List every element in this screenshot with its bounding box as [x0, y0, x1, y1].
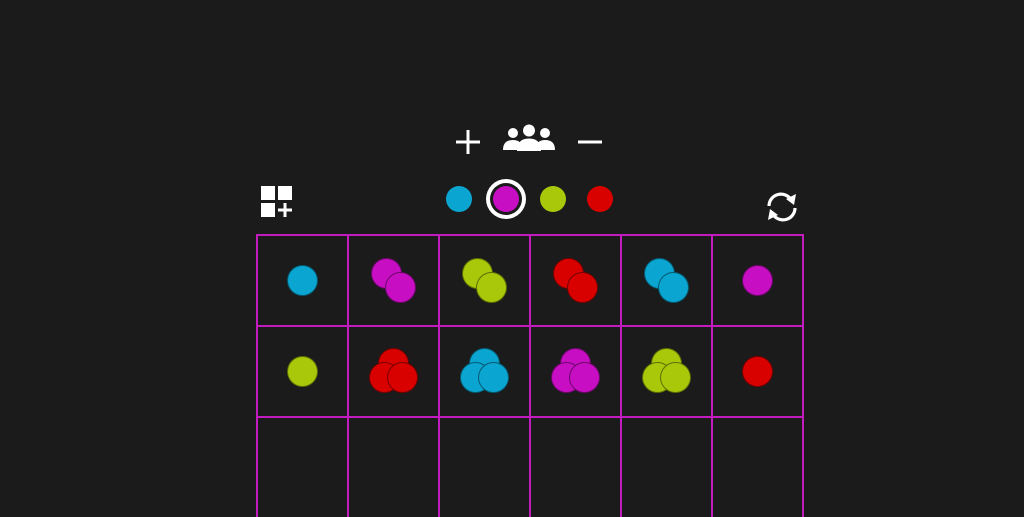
refresh-icon — [767, 192, 797, 222]
orb — [286, 264, 318, 296]
orb — [386, 361, 418, 393]
plus-icon — [456, 130, 480, 154]
orb — [475, 271, 507, 303]
add-player-button[interactable] — [454, 128, 482, 156]
board-cell[interactable] — [530, 417, 621, 508]
board-cell[interactable] — [712, 417, 803, 508]
orb — [286, 355, 318, 387]
board-cell[interactable] — [348, 326, 439, 417]
add-grid-button[interactable] — [260, 185, 294, 219]
board-cell[interactable] — [530, 235, 621, 326]
board-cell[interactable] — [621, 326, 712, 417]
board-cell[interactable] — [621, 417, 712, 508]
game-board — [256, 234, 804, 517]
orb — [659, 361, 691, 393]
board-cell[interactable] — [348, 235, 439, 326]
remove-player-button[interactable] — [576, 128, 604, 156]
board-cell[interactable] — [712, 326, 803, 417]
orb — [741, 264, 773, 296]
player-color-1[interactable] — [446, 186, 472, 212]
player-color-4[interactable] — [587, 186, 613, 212]
board-cell[interactable] — [439, 326, 530, 417]
grid-add-icon — [261, 186, 292, 217]
orb — [568, 361, 600, 393]
player-color-3[interactable] — [540, 186, 566, 212]
orb — [477, 361, 509, 393]
board-cell[interactable] — [348, 417, 439, 508]
board-cell[interactable] — [712, 235, 803, 326]
board-cell[interactable] — [257, 417, 348, 508]
player-color-2[interactable] — [493, 186, 519, 212]
group-icon — [503, 124, 555, 151]
orb — [657, 271, 689, 303]
orb — [384, 271, 416, 303]
restart-button[interactable] — [763, 190, 801, 224]
minus-icon — [578, 140, 602, 144]
players-indicator — [502, 124, 556, 152]
orb — [741, 355, 773, 387]
board-cell[interactable] — [439, 235, 530, 326]
board-cell[interactable] — [257, 235, 348, 326]
board-cell[interactable] — [439, 417, 530, 508]
board-cell[interactable] — [621, 235, 712, 326]
orb — [566, 271, 598, 303]
board-cell[interactable] — [530, 326, 621, 417]
player-selector — [446, 186, 616, 216]
board-cell[interactable] — [257, 326, 348, 417]
